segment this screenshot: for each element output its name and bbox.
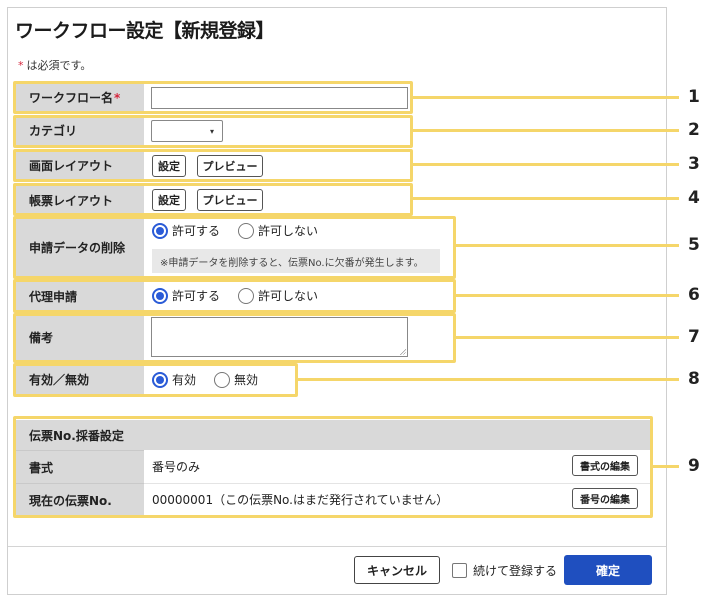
delete-application-label: 申請データの削除 [15, 219, 144, 277]
delete-deny-radio[interactable]: 許可しない [238, 222, 318, 239]
enabled-off-radio[interactable]: 無効 [214, 371, 258, 388]
resize-grip-icon[interactable] [399, 348, 406, 355]
delete-warning-note: ※申請データを削除すると、伝票No.に欠番が発生します。 [152, 249, 440, 273]
callout-leader-8 [298, 378, 679, 381]
callout-number-9: 9 [688, 456, 700, 476]
confirm-button[interactable]: 確定 [564, 555, 652, 585]
delete-allow-radio[interactable]: 許可する [152, 222, 220, 239]
callout-number-6: 6 [688, 285, 700, 305]
callout-number-7: 7 [688, 327, 700, 347]
required-note-text: は必須です。 [26, 59, 92, 72]
radio-selected-icon [152, 371, 168, 388]
format-value: 番号のみ [152, 460, 201, 474]
current-number-value: 00000001（この伝票No.はまだ発行されていません） [152, 493, 449, 507]
delete-application-label-text: 申請データの削除 [29, 241, 126, 255]
form-layout-settings-button[interactable]: 設定 [152, 189, 186, 211]
radio-unselected-icon [214, 371, 230, 388]
edit-number-button[interactable]: 番号の編集 [572, 488, 638, 509]
category-select[interactable]: ▾ [151, 120, 223, 142]
remarks-textarea[interactable] [151, 317, 408, 357]
screen-layout-label-text: 画面レイアウト [29, 159, 114, 173]
proxy-application-label: 代理申請 [15, 282, 144, 312]
callout-leader-5 [456, 244, 679, 247]
callout-number-1: 1 [688, 87, 700, 107]
enabled-off-label: 無効 [234, 373, 259, 387]
callout-leader-9 [653, 465, 679, 468]
radio-unselected-icon [238, 222, 254, 239]
callout-number-4: 4 [688, 188, 700, 208]
category-label-text: カテゴリ [29, 124, 78, 138]
proxy-allow-label: 許可する [172, 289, 221, 303]
enabled-on-radio[interactable]: 有効 [152, 371, 196, 388]
proxy-deny-radio[interactable]: 許可しない [238, 287, 318, 304]
workflow-name-label: ワークフロー名 * [15, 83, 144, 113]
required-note: * は必須です。 [18, 57, 91, 73]
form-layout-preview-button[interactable]: プレビュー [197, 189, 263, 211]
callout-leader-6 [456, 294, 679, 297]
callout-leader-3 [413, 163, 679, 166]
delete-allow-label: 許可する [172, 224, 221, 238]
radio-selected-icon [152, 287, 168, 304]
workflow-name-input[interactable] [151, 87, 408, 109]
proxy-allow-radio[interactable]: 許可する [152, 287, 220, 304]
callout-leader-4 [413, 197, 679, 200]
cancel-button[interactable]: キャンセル [354, 556, 440, 584]
screen-layout-label: 画面レイアウト [15, 151, 144, 181]
form-layout-label: 帳票レイアウト [15, 186, 144, 216]
radio-selected-icon [152, 222, 168, 239]
callout-leader-7 [456, 336, 679, 339]
required-star: * [18, 59, 24, 72]
current-number-label-text: 現在の伝票No. [29, 494, 112, 508]
enabled-label: 有効／無効 [15, 365, 144, 395]
category-label: カテゴリ [15, 116, 144, 146]
callout-number-3: 3 [688, 154, 700, 174]
enabled-label-text: 有効／無効 [29, 373, 90, 387]
delete-deny-label: 許可しない [258, 224, 319, 238]
workflow-name-label-text: ワークフロー名 [29, 91, 114, 105]
continue-register-checkbox[interactable]: 続けて登録する [452, 562, 557, 579]
required-star: * [114, 90, 121, 105]
radio-unselected-icon [238, 287, 254, 304]
chevron-down-icon: ▾ [209, 126, 214, 136]
format-label-text: 書式 [29, 461, 54, 475]
remarks-label: 備考 [15, 315, 144, 361]
edit-format-button[interactable]: 書式の編集 [572, 455, 638, 476]
continue-register-label: 続けて登録する [473, 564, 558, 578]
proxy-deny-label: 許可しない [258, 289, 319, 303]
callout-number-2: 2 [688, 120, 700, 140]
callout-leader-2 [413, 129, 679, 132]
numbering-section-header: 伝票No.採番設定 [15, 420, 651, 450]
proxy-application-label-text: 代理申請 [29, 290, 78, 304]
form-layout-label-text: 帳票レイアウト [29, 194, 114, 208]
row-divider [144, 483, 651, 484]
remarks-label-text: 備考 [29, 331, 54, 345]
footer-divider [8, 546, 666, 547]
callout-number-8: 8 [688, 369, 700, 389]
format-label: 書式 [15, 450, 144, 484]
callout-leader-1 [413, 96, 679, 99]
current-number-label: 現在の伝票No. [15, 483, 144, 517]
screen-layout-preview-button[interactable]: プレビュー [197, 155, 263, 177]
callout-number-5: 5 [688, 235, 700, 255]
page-title: ワークフロー設定【新規登録】 [15, 20, 275, 42]
enabled-on-label: 有効 [172, 373, 197, 387]
screen-layout-settings-button[interactable]: 設定 [152, 155, 186, 177]
checkbox-icon [452, 563, 467, 578]
